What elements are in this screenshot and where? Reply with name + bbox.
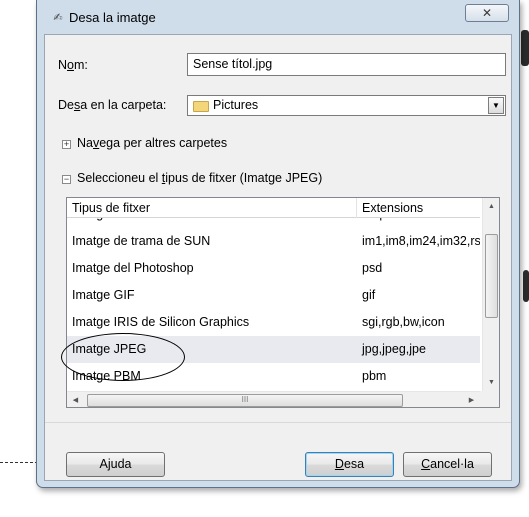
filetype-name: Imatge IRIS de Silicon Graphics <box>72 315 250 329</box>
background-mark <box>523 270 529 302</box>
table-row[interactable]: Imatge GIF gif <box>67 282 480 309</box>
browse-folders-toggle[interactable]: Navega per altres carpetes <box>77 136 227 150</box>
save-image-dialog: ✍ Desa la imatge ✕ Nom: Sense títol.jpg … <box>36 0 520 488</box>
footer-divider <box>45 422 511 423</box>
folder-dropdown[interactable]: Pictures ▼ <box>187 95 506 116</box>
filetype-name: Imatge GIF <box>72 288 135 302</box>
help-button[interactable]: Ajuda <box>66 452 165 477</box>
background-mark <box>521 30 529 66</box>
filetype-name: Imatge del Photoshop <box>72 261 194 275</box>
dashed-line <box>0 462 38 463</box>
window-title: Desa la imatge <box>69 10 156 25</box>
table-row[interactable]: Imatge IRIS de Silicon Graphics sgi,rgb,… <box>67 309 480 336</box>
horizontal-scrollbar[interactable]: ◀ III ▶ <box>67 391 480 407</box>
column-header-type[interactable]: Tipus de fitxer <box>72 201 150 215</box>
expand-icon[interactable]: + <box>62 140 71 149</box>
collapse-icon[interactable]: − <box>62 175 71 184</box>
filetype-ext: gif <box>362 288 376 302</box>
horizontal-scroll-thumb[interactable]: III <box>87 394 403 407</box>
close-icon: ✕ <box>481 6 493 20</box>
filetype-name: Imatge de trama de SUN <box>72 234 211 248</box>
dialog-body: Nom: Sense títol.jpg Desa en la carpeta:… <box>44 34 512 481</box>
scroll-left-icon[interactable]: ◀ <box>67 392 84 407</box>
table-row[interactable]: Imatge BMP de Windows bmp <box>67 218 480 228</box>
filetype-list[interactable]: Tipus de fitxer Extensions Imatge BMP de… <box>66 197 500 408</box>
scrollbar-corner <box>480 391 499 407</box>
filetype-name: Imatge JPEG <box>72 342 147 356</box>
filetype-name: Imatge BMP de Windows <box>72 218 212 221</box>
scroll-down-icon[interactable]: ▼ <box>483 374 499 391</box>
table-row[interactable]: Imatge de trama de SUN im1,im8,im24,im32… <box>67 228 480 255</box>
save-button[interactable]: Desa <box>305 452 394 477</box>
filetype-ext: pbm <box>362 369 387 383</box>
filetype-ext: bmp <box>362 218 386 221</box>
close-button[interactable]: ✕ <box>465 4 509 22</box>
brush-icon: ✍ <box>53 12 63 24</box>
filetype-ext: jpg,jpeg,jpe <box>362 342 426 356</box>
filename-input[interactable]: Sense títol.jpg <box>187 53 506 76</box>
vertical-scroll-thumb[interactable] <box>485 234 498 318</box>
folder-icon <box>193 101 209 112</box>
filetype-ext: psd <box>362 261 383 275</box>
cancel-button[interactable]: Cancel·la <box>403 452 492 477</box>
name-label: Nom: <box>58 58 88 72</box>
column-separator[interactable] <box>356 198 357 218</box>
scroll-right-icon[interactable]: ▶ <box>463 392 480 407</box>
filetype-ext: sgi,rgb,bw,icon <box>362 315 445 329</box>
filetype-toggle[interactable]: Seleccioneu el tipus de fitxer (Imatge J… <box>77 171 322 185</box>
folder-label: Desa en la carpeta: <box>58 98 167 112</box>
scroll-up-icon[interactable]: ▲ <box>483 198 499 215</box>
folder-value: Pictures <box>213 98 259 112</box>
filetype-ext: im1,im8,im24,im32,rs <box>362 234 480 248</box>
table-row-selected[interactable]: Imatge JPEG jpg,jpeg,jpe <box>67 336 480 363</box>
column-header-extensions[interactable]: Extensions <box>362 201 423 215</box>
list-header: Tipus de fitxer Extensions <box>67 198 480 218</box>
table-row[interactable]: Imatge del Photoshop psd <box>67 255 480 282</box>
list-rows: Imatge BMP de Windows bmp Imatge de tram… <box>67 218 480 390</box>
vertical-scrollbar[interactable]: ▲ ▼ <box>482 198 499 391</box>
table-row[interactable]: Imatge PBM pbm <box>67 363 480 390</box>
filetype-name: Imatge PBM <box>72 369 141 383</box>
chevron-down-icon[interactable]: ▼ <box>488 97 504 114</box>
title-bar: ✍ Desa la imatge ✕ <box>37 0 519 34</box>
